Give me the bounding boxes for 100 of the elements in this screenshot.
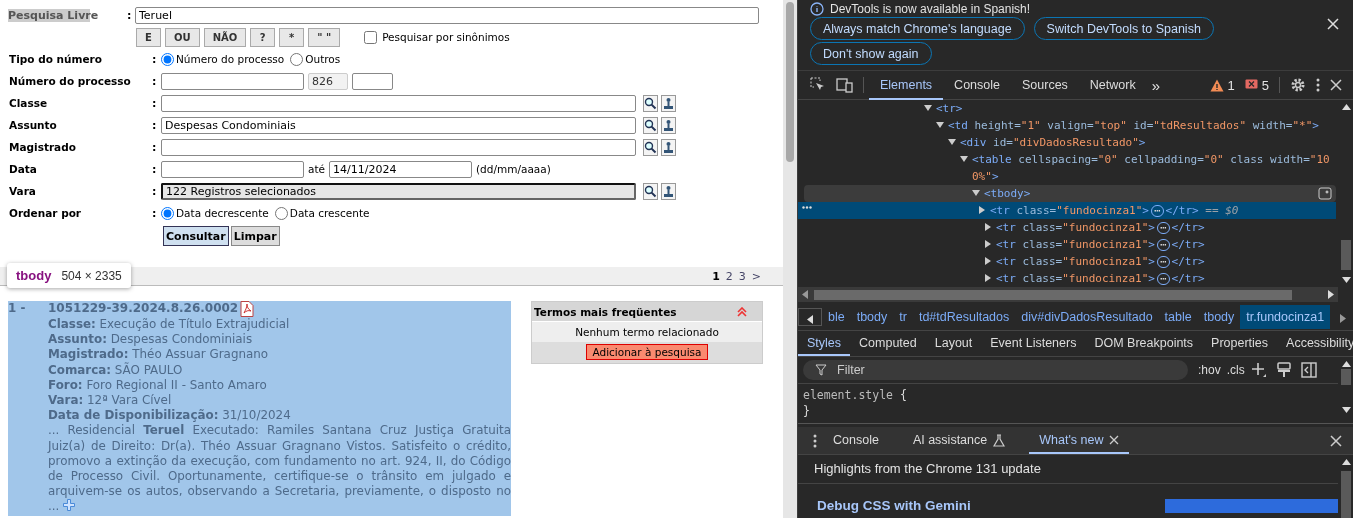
devtools-tab[interactable]: Elements — [869, 70, 944, 100]
dom-tree-row[interactable]: <tr> — [804, 100, 1336, 117]
horizontal-scrollbar[interactable] — [798, 287, 1338, 302]
operator-button[interactable]: * — [279, 27, 305, 47]
operator-button[interactable]: E — [136, 27, 161, 47]
add-to-search-button[interactable]: Adicionar à pesquisa — [585, 344, 709, 360]
up-arrow-icon[interactable] — [1341, 459, 1351, 465]
expanded-triangle-icon[interactable] — [936, 121, 944, 129]
article-title[interactable]: Debug CSS with Gemini — [817, 498, 971, 513]
radio-button[interactable] — [290, 52, 304, 66]
radio-button[interactable] — [274, 206, 288, 220]
stamp-button[interactable] — [661, 116, 676, 134]
dom-tree-row[interactable]: <tr class="fundocinza1"> ⋯ </tr> — [804, 219, 1336, 236]
dom-tree-row[interactable]: <tbody> — [804, 185, 1336, 202]
search-button[interactable] — [643, 94, 658, 112]
operator-button[interactable]: " " — [308, 27, 341, 47]
page-link[interactable]: 1 — [712, 269, 720, 283]
breadcrumb[interactable]: table — [1158, 305, 1198, 329]
collapsed-triangle-icon[interactable] — [984, 257, 992, 265]
page-link[interactable]: > — [751, 269, 761, 283]
search-button[interactable] — [643, 116, 658, 134]
hover-state-toggle[interactable]: :hov — [1198, 363, 1221, 377]
up-arrow-icon[interactable] — [1341, 104, 1351, 110]
left-arrow-icon[interactable] — [802, 290, 808, 299]
stamp-button[interactable] — [661, 138, 676, 156]
dom-tree-row[interactable]: <div id="divDadosResultado"> — [804, 134, 1336, 151]
close-icon[interactable] — [1330, 79, 1342, 91]
styles-tab[interactable]: Computed — [850, 331, 926, 356]
breadcrumb[interactable]: tr — [893, 305, 913, 329]
devtools-tab[interactable]: Sources — [1011, 70, 1079, 100]
device-toolbar-icon[interactable] — [836, 77, 853, 93]
more-options-icon[interactable] — [813, 433, 817, 448]
breadcrumb[interactable]: tr.fundocinza1 — [1240, 305, 1331, 329]
stamp-button[interactable] — [661, 94, 676, 112]
page-link[interactable]: 2 — [725, 269, 733, 283]
search-field[interactable]: Teruel — [135, 7, 759, 24]
dom-tree-row[interactable]: <tr class="fundocinza1"> ⋯ </tr> == $0 — [798, 202, 1336, 219]
number-field[interactable] — [161, 72, 304, 90]
breadcrumb[interactable]: tbody — [850, 305, 894, 329]
scrollbar-thumb[interactable] — [1341, 369, 1351, 385]
drawer-tab[interactable]: Console — [823, 427, 889, 454]
styles-tab[interactable]: Styles — [798, 331, 851, 356]
expanded-triangle-icon[interactable] — [960, 155, 968, 163]
dom-tree-row[interactable]: <tr class="fundocinza1"> ⋯ </tr> — [804, 236, 1336, 253]
drawer-tab[interactable]: What's new — [1029, 427, 1130, 454]
settings-icon[interactable] — [1290, 77, 1306, 93]
collapsed-triangle-icon[interactable] — [978, 206, 986, 214]
filter-box[interactable]: Filter — [803, 360, 1188, 380]
scroll-left-button[interactable] — [798, 308, 822, 326]
dom-tree-row[interactable]: <table cellspacing="0" cellpadding="0" class width="100%"> — [804, 151, 1336, 185]
drawer-tab[interactable]: AI assistance — [902, 427, 1016, 454]
warning-count[interactable]: 1 — [1227, 77, 1235, 93]
close-icon[interactable] — [1327, 18, 1339, 30]
collapsed-triangle-icon[interactable] — [984, 274, 992, 282]
operator-button[interactable]: ? — [250, 27, 276, 47]
text-field[interactable] — [161, 138, 636, 156]
text-field[interactable] — [161, 94, 636, 112]
filter-input[interactable]: Filter — [835, 362, 1039, 378]
styles-tab[interactable]: Properties — [1202, 331, 1278, 356]
radio-button[interactable] — [161, 52, 174, 66]
close-icon[interactable] — [1109, 435, 1120, 445]
collapse-icon[interactable] — [736, 307, 748, 317]
page-link[interactable]: 3 — [738, 269, 746, 283]
search-button[interactable] — [643, 182, 658, 200]
radio-button[interactable] — [161, 206, 174, 220]
class-toggle[interactable]: .cls — [1226, 363, 1245, 377]
page-scrollbar[interactable] — [783, 0, 797, 518]
more-options-icon[interactable] — [1316, 78, 1320, 92]
breadcrumb[interactable]: td#tdResultados — [912, 305, 1016, 329]
collapsed-triangle-icon[interactable] — [984, 240, 992, 248]
plus-icon[interactable] — [1250, 362, 1267, 378]
devtools-tab[interactable]: Console — [943, 70, 1011, 100]
stamp-button[interactable] — [661, 182, 676, 200]
warning-icon[interactable] — [1209, 78, 1224, 92]
scrollbar-thumb[interactable] — [1341, 471, 1351, 518]
dom-tree-row[interactable]: <tr class="fundocinza1"> ⋯ </tr> — [804, 270, 1336, 287]
operator-button[interactable]: OU — [165, 27, 200, 47]
styles-tab[interactable]: DOM Breakpoints — [1085, 331, 1203, 356]
error-count[interactable]: 5 — [1261, 77, 1269, 93]
expanded-triangle-icon[interactable] — [972, 189, 980, 197]
collapsed-triangle-icon[interactable] — [984, 223, 992, 231]
dom-tree-row[interactable]: <td height="1" valign="top" id="tdResultados" width="*"> — [804, 117, 1336, 134]
date-field[interactable] — [161, 160, 304, 178]
number-field[interactable] — [352, 72, 393, 90]
expanded-triangle-icon[interactable] — [948, 138, 956, 146]
expanded-triangle-icon[interactable] — [924, 104, 932, 112]
ai-chat-icon[interactable] — [1318, 187, 1332, 201]
more-icon[interactable] — [802, 206, 812, 209]
breadcrumb[interactable]: ble — [822, 305, 851, 329]
down-arrow-icon[interactable] — [1341, 407, 1351, 413]
paint-roller-icon[interactable] — [1276, 362, 1291, 378]
synonyms-checkbox[interactable] — [364, 30, 378, 44]
text-field[interactable]: Despesas Condominiais — [161, 116, 636, 134]
devtools-tab[interactable]: Network — [1078, 70, 1147, 100]
breadcrumb[interactable]: div#divDadosResultado — [1015, 305, 1159, 329]
form-button[interactable]: Limpar — [230, 226, 280, 246]
date-field[interactable]: 14/11/2024 — [329, 160, 472, 178]
dom-tree-row[interactable]: <tr class="fundocinza1"> ⋯ </tr> — [804, 253, 1336, 270]
close-icon[interactable] — [1330, 434, 1342, 447]
error-icon[interactable] — [1244, 79, 1258, 91]
